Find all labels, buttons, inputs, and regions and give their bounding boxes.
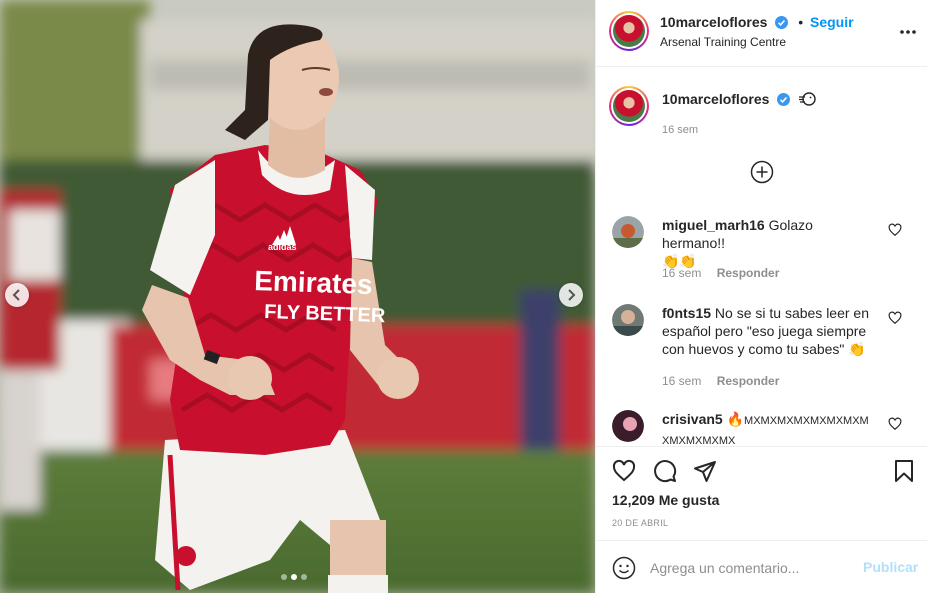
comment-avatar[interactable]	[612, 216, 644, 248]
post-header: 10marceloflores • Seguir Arsenal Trainin…	[596, 0, 927, 67]
post-side-panel: 10marceloflores • Seguir Arsenal Trainin…	[595, 0, 927, 593]
comment-username[interactable]: miguel_marh16	[662, 217, 765, 233]
comment-item: f0nts15 No se si tu sabes leer en españo…	[612, 304, 912, 394]
comments-section[interactable]: 10marceloflores 16 sem miguel_marh16 Gol…	[596, 68, 927, 445]
chevron-left-icon	[12, 289, 20, 301]
shirt-brand: adidas	[268, 242, 297, 252]
post-actions: 12,209 Me gusta 20 DE ABRIL	[596, 446, 927, 540]
comment-emoji: 🔥	[726, 411, 745, 427]
caption-timestamp: 16 sem	[662, 124, 699, 136]
author-username[interactable]: 10marceloflores	[660, 14, 767, 30]
comment-icon[interactable]	[653, 459, 677, 483]
post-photo: Emirates FLY BETTER adidas	[0, 0, 595, 593]
like-count[interactable]: 12,209 Me gusta	[612, 492, 719, 508]
post-date: 20 DE ABRIL	[612, 518, 669, 528]
comment-item: miguel_marh16 Golazo hermano!! 👏👏 16 sem…	[612, 216, 912, 286]
emoji-icon[interactable]	[612, 556, 636, 580]
caption: 10marceloflores	[662, 91, 816, 107]
comment-like-heart-icon[interactable]	[888, 311, 902, 325]
reply-button[interactable]: Responder	[717, 266, 780, 280]
player-photo: Emirates FLY BETTER adidas	[0, 0, 595, 593]
add-comment-bar: Publicar	[596, 540, 927, 593]
comment-username[interactable]: f0nts15	[662, 305, 711, 321]
author-avatar[interactable]	[609, 11, 649, 51]
reply-button[interactable]: Responder	[717, 374, 780, 388]
carousel-dot	[281, 574, 287, 580]
shirt-sponsor-line2: FLY BETTER	[264, 301, 386, 327]
share-icon[interactable]	[693, 459, 717, 483]
comment-meta: 16 sem Responder	[662, 374, 779, 388]
comment-body: crisivan5 🔥MXMXMXMXMXMXMXMXMXMXMXMX	[662, 410, 876, 445]
follow-separator: •	[798, 14, 804, 30]
comment-timestamp: 16 sem	[662, 266, 702, 280]
comment-username[interactable]: crisivan5	[662, 411, 723, 427]
caption-username[interactable]: 10marceloflores	[662, 91, 769, 107]
verified-badge-icon	[775, 16, 789, 29]
comment-body: f0nts15 No se si tu sabes leer en españo…	[662, 304, 876, 358]
author-line: 10marceloflores • Seguir	[660, 14, 854, 30]
carousel-dot-active	[291, 574, 297, 580]
comment-like-heart-icon[interactable]	[888, 223, 902, 237]
caption-avatar[interactable]	[609, 86, 649, 126]
carousel-dot	[301, 574, 307, 580]
follow-button[interactable]: Seguir	[810, 14, 854, 30]
carousel-prev-button[interactable]	[5, 283, 29, 307]
comment-item: crisivan5 🔥MXMXMXMXMXMXMXMXMXMXMXMX	[612, 410, 912, 445]
comment-input[interactable]	[650, 555, 850, 581]
comment-avatar[interactable]	[612, 410, 644, 442]
more-options-icon[interactable]	[898, 22, 918, 42]
carousel-indicator	[281, 574, 307, 580]
bookmark-icon[interactable]	[892, 459, 916, 483]
wind-face-emoji-icon	[799, 92, 816, 106]
comment-avatar[interactable]	[612, 304, 644, 336]
publish-button[interactable]: Publicar	[863, 559, 918, 575]
heart-icon[interactable]	[612, 459, 636, 483]
comment-like-heart-icon[interactable]	[888, 417, 902, 431]
comment-emoji: 👏	[848, 341, 866, 357]
comment-body: miguel_marh16 Golazo hermano!! 👏👏	[662, 216, 876, 270]
shirt-sponsor-line1: Emirates	[254, 265, 373, 300]
carousel-next-button[interactable]	[559, 283, 583, 307]
comment-timestamp: 16 sem	[662, 374, 702, 388]
comment-meta: 16 sem Responder	[662, 266, 779, 280]
add-circle-icon[interactable]	[750, 160, 774, 184]
chevron-right-icon	[568, 289, 576, 301]
verified-badge-icon	[777, 93, 791, 106]
post-location[interactable]: Arsenal Training Centre	[660, 35, 786, 49]
